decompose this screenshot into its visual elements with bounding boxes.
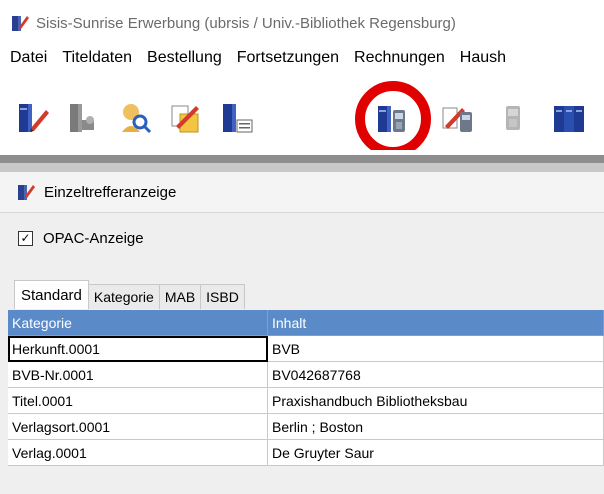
menu-bar: Datei Titeldaten Bestellung Fortsetzunge…	[0, 44, 604, 72]
table-cell-inhalt[interactable]: Berlin ; Boston	[268, 414, 604, 440]
opac-toggle[interactable]: ✓ OPAC-Anzeige	[18, 226, 144, 250]
table-cell-kategorie[interactable]: Verlagsort.0001	[8, 414, 268, 440]
tab-kategorie[interactable]: Kategorie	[87, 284, 160, 309]
opac-label: OPAC-Anzeige	[43, 229, 144, 247]
table-row[interactable]: Verlagsort.0001 Berlin ; Boston	[8, 414, 604, 440]
table-cell-kategorie[interactable]: Verlag.0001	[8, 440, 268, 466]
table-cell-inhalt[interactable]: BV042687768	[268, 362, 604, 388]
table-cell-inhalt[interactable]: BVB	[268, 336, 604, 362]
tab-isbd[interactable]: ISBD	[200, 284, 245, 309]
row-header-stub	[0, 310, 8, 494]
menu-titeldaten[interactable]: Titeldaten	[53, 49, 138, 67]
title-bar: Sisis-Sunrise Erwerbung (ubrsis / Univ.-…	[0, 8, 604, 38]
table-cell-kategorie[interactable]: Titel.0001	[8, 388, 268, 414]
disabled-phone-icon[interactable]	[496, 100, 532, 136]
menu-fortsetzungen[interactable]: Fortsetzungen	[228, 49, 345, 67]
opac-checkbox[interactable]: ✓	[18, 230, 33, 246]
column-header-inhalt[interactable]: Inhalt	[268, 310, 604, 336]
table-body: Herkunft.0001 BVB BVB-Nr.0001 BV04268776…	[8, 336, 604, 466]
data-table: Kategorie Inhalt Herkunft.0001 BVB BVB-N…	[8, 310, 604, 466]
copy-edit-icon[interactable]	[168, 100, 204, 136]
table-row[interactable]: Verlag.0001 De Gruyter Saur	[8, 440, 604, 466]
books-icon[interactable]	[552, 100, 588, 136]
column-header-kategorie[interactable]: Kategorie	[8, 310, 268, 336]
book-search-icon[interactable]	[66, 100, 102, 136]
table-row[interactable]: Herkunft.0001 BVB	[8, 336, 604, 362]
record-view-icon	[18, 185, 35, 200]
table-cell-kategorie[interactable]: Herkunft.0001	[8, 336, 268, 362]
table-cell-kategorie[interactable]: BVB-Nr.0001	[8, 362, 268, 388]
table-cell-inhalt[interactable]: Praxishandbuch Bibliotheksbau	[268, 388, 604, 414]
person-search-icon[interactable]	[118, 100, 154, 136]
menu-haushalt[interactable]: Haush	[451, 49, 512, 67]
tab-bar: Standard Kategorie MAB ISBD	[14, 280, 245, 309]
table-cell-inhalt[interactable]: De Gruyter Saur	[268, 440, 604, 466]
window-title: Sisis-Sunrise Erwerbung (ubrsis / Univ.-…	[36, 14, 456, 32]
tab-standard[interactable]: Standard	[14, 280, 89, 309]
phone-edit-icon[interactable]	[440, 100, 476, 136]
panel-header: Einzeltrefferanzeige	[0, 172, 604, 213]
book-phone-icon[interactable]	[375, 100, 411, 136]
table-row[interactable]: BVB-Nr.0001 BV042687768	[8, 362, 604, 388]
table-row[interactable]: Titel.0001 Praxishandbuch Bibliotheksbau	[8, 388, 604, 414]
menu-rechnungen[interactable]: Rechnungen	[345, 49, 451, 67]
panel-title: Einzeltrefferanzeige	[44, 183, 177, 201]
toolbar-separator	[0, 150, 604, 172]
tab-mab[interactable]: MAB	[158, 284, 202, 309]
menu-datei[interactable]: Datei	[0, 49, 53, 67]
app-book-icon	[12, 16, 29, 31]
toolbar	[0, 80, 604, 154]
table-header-row: Kategorie Inhalt	[8, 310, 604, 336]
book-list-icon[interactable]	[220, 100, 256, 136]
edit-book-icon[interactable]	[16, 100, 52, 136]
menu-bestellung[interactable]: Bestellung	[138, 49, 228, 67]
